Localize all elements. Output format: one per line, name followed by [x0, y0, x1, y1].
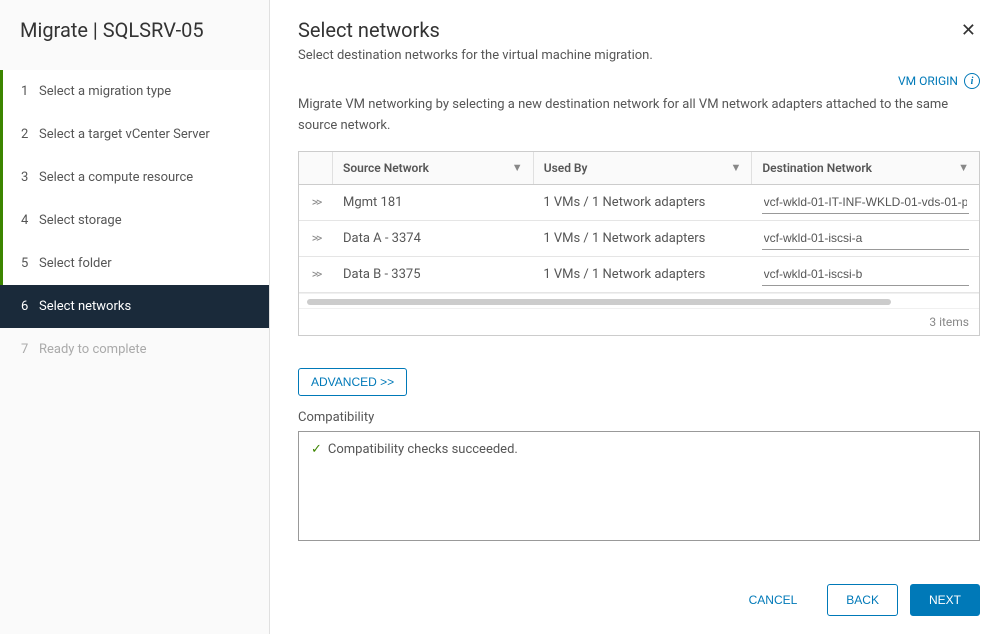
- step-label: Select folder: [39, 256, 251, 271]
- table-footer: 3 items: [299, 309, 979, 335]
- compatibility-message: Compatibility checks succeeded.: [328, 442, 518, 457]
- step-label: Select a migration type: [39, 84, 251, 99]
- filter-icon[interactable]: ▼: [512, 161, 523, 174]
- wizard-step-folder[interactable]: 5 Select folder: [0, 242, 269, 285]
- network-table: Source Network ▼ Used By ▼ Destination N…: [298, 151, 980, 336]
- cell-source: Data A - 3374: [333, 221, 533, 256]
- page-title: Select networks: [298, 18, 440, 42]
- cell-usedby: 1 VMs / 1 Network adapters: [533, 221, 751, 256]
- footer-buttons: CANCEL BACK NEXT: [298, 564, 980, 616]
- col-source-label: Source Network: [343, 161, 429, 175]
- step-number: 7: [21, 342, 39, 357]
- step-label: Select networks: [39, 299, 251, 314]
- filter-icon[interactable]: ▼: [958, 161, 969, 174]
- wizard-step-target-vcenter[interactable]: 2 Select a target vCenter Server: [0, 113, 269, 156]
- advanced-button[interactable]: ADVANCED >>: [298, 368, 407, 396]
- wizard-steps: 1 Select a migration type 2 Select a tar…: [0, 70, 269, 371]
- step-label: Select a target vCenter Server: [39, 127, 251, 142]
- wizard-step-ready: 7 Ready to complete: [0, 328, 269, 371]
- page-description: Migrate VM networking by selecting a new…: [298, 95, 980, 137]
- filter-icon[interactable]: ▼: [730, 161, 741, 174]
- col-dest-label: Destination Network: [762, 161, 872, 175]
- cell-dest: [752, 185, 979, 220]
- page-subtitle: Select destination networks for the virt…: [298, 48, 980, 63]
- col-source[interactable]: Source Network ▼: [333, 152, 534, 184]
- main-panel: Select networks ✕ Select destination net…: [270, 0, 1008, 634]
- step-label: Select a compute resource: [39, 170, 251, 185]
- destination-network-input[interactable]: [762, 191, 969, 214]
- table-header: Source Network ▼ Used By ▼ Destination N…: [299, 152, 979, 185]
- close-icon[interactable]: ✕: [957, 18, 980, 44]
- wizard-step-storage[interactable]: 4 Select storage: [0, 199, 269, 242]
- step-number: 3: [21, 170, 39, 185]
- cancel-button[interactable]: CANCEL: [731, 584, 816, 616]
- back-button[interactable]: BACK: [827, 584, 898, 616]
- table-row: >> Mgmt 181 1 VMs / 1 Network adapters: [299, 185, 979, 221]
- vm-origin-label: VM ORIGIN: [898, 74, 958, 88]
- col-usedby[interactable]: Used By ▼: [534, 152, 753, 184]
- wizard-step-migration-type[interactable]: 1 Select a migration type: [0, 70, 269, 113]
- cell-usedby: 1 VMs / 1 Network adapters: [533, 257, 751, 292]
- step-label: Ready to complete: [39, 342, 251, 357]
- info-icon: i: [964, 73, 980, 89]
- destination-network-input[interactable]: [762, 227, 969, 250]
- compatibility-label: Compatibility: [298, 410, 980, 425]
- cell-usedby: 1 VMs / 1 Network adapters: [533, 185, 751, 220]
- col-dest[interactable]: Destination Network ▼: [752, 152, 979, 184]
- dialog-title: Migrate | SQLSRV-05: [0, 0, 269, 62]
- table-row: >> Data A - 3374 1 VMs / 1 Network adapt…: [299, 221, 979, 257]
- main-header: Select networks ✕: [298, 18, 980, 48]
- wizard-sidebar: Migrate | SQLSRV-05 1 Select a migration…: [0, 0, 270, 634]
- expand-row-icon[interactable]: >>: [299, 185, 333, 219]
- destination-network-input[interactable]: [762, 263, 969, 286]
- migrate-wizard-dialog: Migrate | SQLSRV-05 1 Select a migration…: [0, 0, 1008, 634]
- step-number: 4: [21, 213, 39, 228]
- cell-dest: [752, 257, 979, 292]
- expand-row-icon[interactable]: >>: [299, 257, 333, 291]
- col-usedby-label: Used By: [544, 161, 588, 175]
- step-number: 1: [21, 84, 39, 99]
- cell-dest: [752, 221, 979, 256]
- check-icon: ✓: [311, 442, 322, 457]
- horizontal-scrollbar[interactable]: [299, 293, 979, 309]
- cell-source: Mgmt 181: [333, 185, 533, 220]
- compatibility-box: ✓ Compatibility checks succeeded.: [298, 431, 980, 541]
- table-row: >> Data B - 3375 1 VMs / 1 Network adapt…: [299, 257, 979, 293]
- vm-origin-link[interactable]: VM ORIGIN i: [298, 73, 980, 89]
- expand-row-icon[interactable]: >>: [299, 221, 333, 255]
- next-button[interactable]: NEXT: [910, 584, 980, 616]
- step-number: 2: [21, 127, 39, 142]
- cell-source: Data B - 3375: [333, 257, 533, 292]
- wizard-step-networks[interactable]: 6 Select networks: [0, 285, 269, 328]
- wizard-step-compute-resource[interactable]: 3 Select a compute resource: [0, 156, 269, 199]
- scrollbar-thumb[interactable]: [307, 299, 891, 305]
- step-number: 6: [21, 299, 39, 314]
- step-number: 5: [21, 256, 39, 271]
- col-expand: [299, 152, 333, 184]
- step-label: Select storage: [39, 213, 251, 228]
